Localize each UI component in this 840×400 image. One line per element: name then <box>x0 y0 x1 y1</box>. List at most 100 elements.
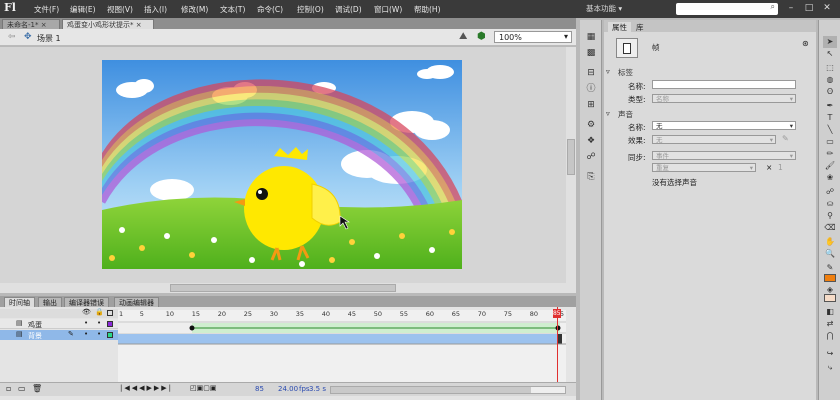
brush-tool-icon[interactable]: 🖌 <box>823 160 837 172</box>
frames-grid[interactable] <box>118 310 566 382</box>
tab-motion-editor[interactable]: 动画编辑器 <box>114 297 159 307</box>
lock-dot-icon[interactable]: • <box>97 330 101 338</box>
workspace-switcher[interactable]: 基本功能 ▾ <box>586 3 622 14</box>
menu-modify[interactable]: 修改(M) <box>181 4 208 15</box>
components-icon[interactable]: ❖ <box>583 134 599 148</box>
selection-tool-icon[interactable]: ➤ <box>823 36 837 48</box>
straighten-icon[interactable]: ⤷ <box>823 362 837 374</box>
visibility-dot-icon[interactable]: • <box>84 319 88 327</box>
menu-view[interactable]: 视图(V) <box>107 4 133 15</box>
layer-color-swatch[interactable] <box>107 332 113 338</box>
new-layer-icon[interactable]: ▫ <box>6 384 11 393</box>
close-button[interactable]: ✕ <box>820 2 834 15</box>
visibility-dot-icon[interactable]: • <box>84 330 88 338</box>
3d-rotation-tool-icon[interactable]: ◍ <box>823 74 837 86</box>
lock-dot-icon[interactable]: • <box>97 319 101 327</box>
color-panel-icon[interactable]: ▦ <box>583 30 599 44</box>
maximize-button[interactable]: □ <box>802 2 816 15</box>
stage-canvas[interactable] <box>102 60 462 269</box>
onion-skin-icons[interactable]: ◰▣▢▣ <box>190 384 216 392</box>
edit-symbol-icon[interactable]: ⬢ <box>477 31 486 42</box>
paint-bucket-tool-icon[interactable]: ⛀ <box>823 198 837 210</box>
pencil-icon[interactable]: ✎ <box>68 330 74 338</box>
menu-edit[interactable]: 编辑(E) <box>70 4 96 15</box>
stage-vertical-scrollbar[interactable] <box>566 47 576 283</box>
outline-icon[interactable] <box>107 310 113 316</box>
deco-tool-icon[interactable]: ❀ <box>823 172 837 184</box>
swatches-icon[interactable]: ▩ <box>583 46 599 60</box>
menu-commands[interactable]: 命令(C) <box>257 4 283 15</box>
repeat-select[interactable]: 重复 ▾ <box>652 163 756 172</box>
playhead-marker[interactable]: 85 <box>552 309 561 318</box>
layer-color-swatch[interactable] <box>107 321 113 327</box>
tab-untitled[interactable]: 未命名-1* × <box>2 19 60 29</box>
tab-timeline[interactable]: 时间轴 <box>4 297 35 307</box>
pen-tool-icon[interactable]: ✒ <box>823 100 837 112</box>
frame-ruler[interactable]: 1510152025303540455055606570758085 <box>118 310 566 320</box>
playhead[interactable] <box>556 307 558 382</box>
tab-egg-to-chick[interactable]: 鸡蛋变小鸡形状提示* × <box>62 19 154 29</box>
bone-tool-icon[interactable]: ☍ <box>823 186 837 198</box>
menu-debug[interactable]: 调试(D) <box>335 4 362 15</box>
subselection-tool-icon[interactable]: ↖ <box>823 48 837 60</box>
playback-controls[interactable]: |◀◀◀▶▶▶| <box>120 384 173 392</box>
current-frame[interactable]: 85 <box>255 385 264 393</box>
label-type-select[interactable]: 名称 ▾ <box>652 94 796 103</box>
smooth-icon[interactable]: ↪ <box>823 348 837 360</box>
edit-scene-icon[interactable]: ⛰ <box>459 31 467 42</box>
free-transform-tool-icon[interactable]: ⬚ <box>823 62 837 74</box>
repeat-count[interactable]: 1 <box>778 163 783 172</box>
edit-sound-envelope-icon[interactable]: ✎ <box>782 134 789 143</box>
eyedropper-tool-icon[interactable]: ⚲ <box>823 210 837 222</box>
scrollbar-thumb[interactable] <box>567 139 575 175</box>
close-icon[interactable]: × <box>41 21 47 29</box>
eye-icon[interactable]: 👁 <box>82 308 91 316</box>
layer-row[interactable]: ▤ 鸡蛋 • • <box>0 319 118 329</box>
menu-text[interactable]: 文本(T) <box>220 4 245 15</box>
transform-icon[interactable]: ⊞ <box>583 98 599 112</box>
eraser-tool-icon[interactable]: ⌫ <box>823 222 837 234</box>
frame-rate[interactable]: 24.00 <box>278 385 298 393</box>
lasso-tool-icon[interactable]: ʘ <box>823 86 837 98</box>
default-colors-icon[interactable]: ◧ <box>823 306 837 318</box>
new-folder-icon[interactable]: ▭ <box>18 384 26 393</box>
sound-name-select[interactable]: 无 ▾ <box>652 121 796 130</box>
line-tool-icon[interactable]: ╲ <box>823 124 837 136</box>
scrollbar-thumb[interactable] <box>170 284 396 292</box>
search-input[interactable]: ⌕ <box>676 2 778 15</box>
back-arrow-icon[interactable]: ⇦ <box>8 32 16 42</box>
chevron-down-icon[interactable]: ▿ <box>606 67 610 76</box>
minimize-button[interactable]: – <box>784 2 798 15</box>
swap-colors-icon[interactable]: ⇄ <box>823 318 837 330</box>
sync-select[interactable]: 事件 ▾ <box>652 151 796 160</box>
rectangle-tool-icon[interactable]: ▭ <box>823 136 837 148</box>
info-icon[interactable]: ⓘ <box>583 82 599 96</box>
effect-select[interactable]: 无 ▾ <box>652 135 776 144</box>
zoom-tool-icon[interactable]: 🔍 <box>823 248 837 260</box>
help-icon[interactable]: ⊛ <box>802 39 809 48</box>
history-icon[interactable]: ⎘ <box>583 170 599 184</box>
timeline-hscrollbar[interactable] <box>330 386 566 394</box>
menu-file[interactable]: 文件(F) <box>34 4 59 15</box>
text-tool-icon[interactable]: T <box>823 112 837 124</box>
frame-label-input[interactable] <box>652 80 796 89</box>
snap-magnet-icon[interactable]: ⋂ <box>823 330 837 342</box>
menu-insert[interactable]: 插入(I) <box>144 4 167 15</box>
layer-row-selected[interactable]: ▤ 背景 ✎ • • <box>0 330 118 340</box>
pencil-tool-icon[interactable]: ✏ <box>823 148 837 160</box>
stage-horizontal-scrollbar[interactable] <box>0 283 576 293</box>
tab-compiler-errors[interactable]: 编译器错误 <box>64 297 109 307</box>
delete-icon[interactable]: 🗑 <box>32 384 42 393</box>
code-snippets-icon[interactable]: ⚙ <box>583 118 599 132</box>
menu-control[interactable]: 控制(O) <box>297 4 324 15</box>
stroke-color-swatch[interactable] <box>824 274 836 282</box>
chevron-down-icon[interactable]: ▿ <box>606 109 610 118</box>
lock-icon[interactable]: 🔒 <box>95 308 104 316</box>
menu-window[interactable]: 窗口(W) <box>374 4 402 15</box>
hand-tool-icon[interactable]: ✋ <box>823 236 837 248</box>
tab-output[interactable]: 输出 <box>38 297 62 307</box>
fill-color-swatch[interactable] <box>824 294 836 302</box>
tab-properties[interactable]: 属性 <box>608 22 631 33</box>
align-icon[interactable]: ⊟ <box>583 66 599 80</box>
menu-help[interactable]: 帮助(H) <box>414 4 441 15</box>
